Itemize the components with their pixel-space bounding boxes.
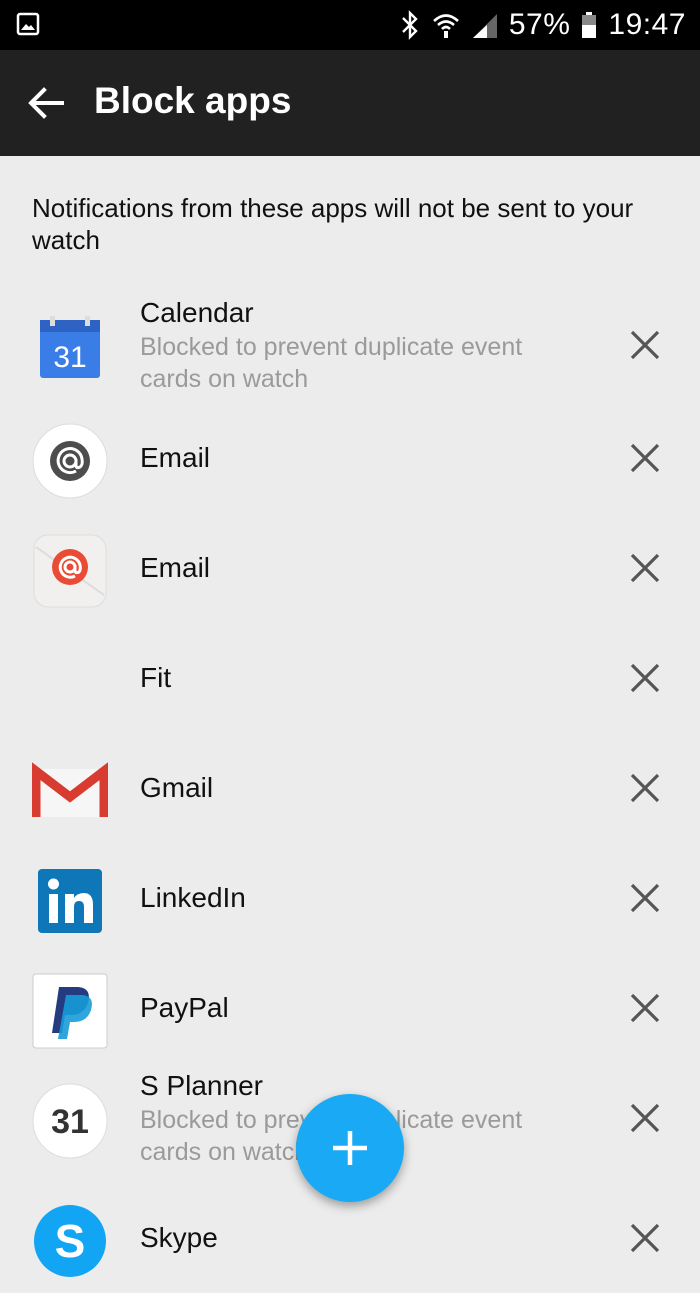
samsung-email-icon	[33, 534, 107, 608]
description-text: Notifications from these apps will not b…	[32, 193, 634, 255]
back-arrow-icon[interactable]	[26, 83, 66, 123]
app-text: Calendar Blocked to prevent duplicate ev…	[140, 290, 580, 400]
app-text: Email	[140, 513, 580, 623]
app-bar: Block apps	[0, 50, 700, 156]
remove-icon[interactable]	[628, 328, 662, 362]
list-item: LinkedIn	[0, 843, 700, 953]
signal-icon	[472, 14, 497, 38]
skype-icon: S	[34, 1205, 106, 1277]
app-text: PayPal	[140, 953, 580, 1063]
app-name: PayPal	[140, 992, 229, 1023]
app-text: LinkedIn	[140, 843, 580, 953]
page-title: Block apps	[94, 80, 292, 121]
list-item: 31 Calendar Blocked to prevent duplicate…	[0, 290, 700, 400]
linkedin-icon	[38, 869, 102, 933]
app-name: Gmail	[140, 772, 214, 803]
email-icon	[32, 423, 108, 499]
app-name: LinkedIn	[140, 882, 246, 913]
paypal-icon	[32, 973, 108, 1049]
gallery-notification-icon	[16, 12, 40, 36]
remove-icon[interactable]	[628, 771, 662, 805]
gmail-icon	[32, 762, 108, 817]
list-item: Gmail	[0, 733, 700, 843]
remove-icon[interactable]	[628, 551, 662, 585]
bluetooth-icon	[402, 10, 418, 40]
wifi-icon	[432, 14, 459, 38]
list-item: Email	[0, 513, 700, 623]
remove-icon[interactable]	[628, 1101, 662, 1135]
app-name: Email	[140, 442, 211, 473]
status-bar: 57% 19:47	[0, 0, 700, 50]
app-name: Fit	[140, 662, 172, 693]
s-planner-date-label: 31	[51, 1103, 89, 1141]
list-item: PayPal	[0, 953, 700, 1063]
list-item: Fit	[0, 623, 700, 733]
remove-icon[interactable]	[628, 661, 662, 695]
s-planner-icon: 31	[32, 1083, 108, 1159]
google-calendar-icon: 31	[40, 316, 100, 378]
app-subtitle: Blocked to prevent duplicate event cards…	[140, 333, 523, 393]
remove-icon[interactable]	[628, 1221, 662, 1255]
remove-icon[interactable]	[628, 881, 662, 915]
battery-icon	[582, 12, 597, 38]
remove-icon[interactable]	[628, 991, 662, 1025]
app-text: Gmail	[140, 733, 580, 843]
battery-percent: 57%	[508, 8, 571, 41]
remove-icon[interactable]	[628, 441, 662, 475]
add-app-button[interactable]	[296, 1094, 404, 1202]
app-text: Email	[140, 403, 580, 513]
app-text: Fit	[140, 623, 580, 733]
clock: 19:47	[608, 8, 686, 41]
calendar-date-label: 31	[53, 341, 86, 374]
plus-icon	[333, 1131, 367, 1165]
app-name: Skype	[140, 1222, 218, 1253]
list-item: Email	[0, 403, 700, 513]
app-name: Email	[140, 552, 211, 583]
svg-text:S: S	[55, 1215, 86, 1267]
app-name: Calendar	[140, 297, 254, 328]
